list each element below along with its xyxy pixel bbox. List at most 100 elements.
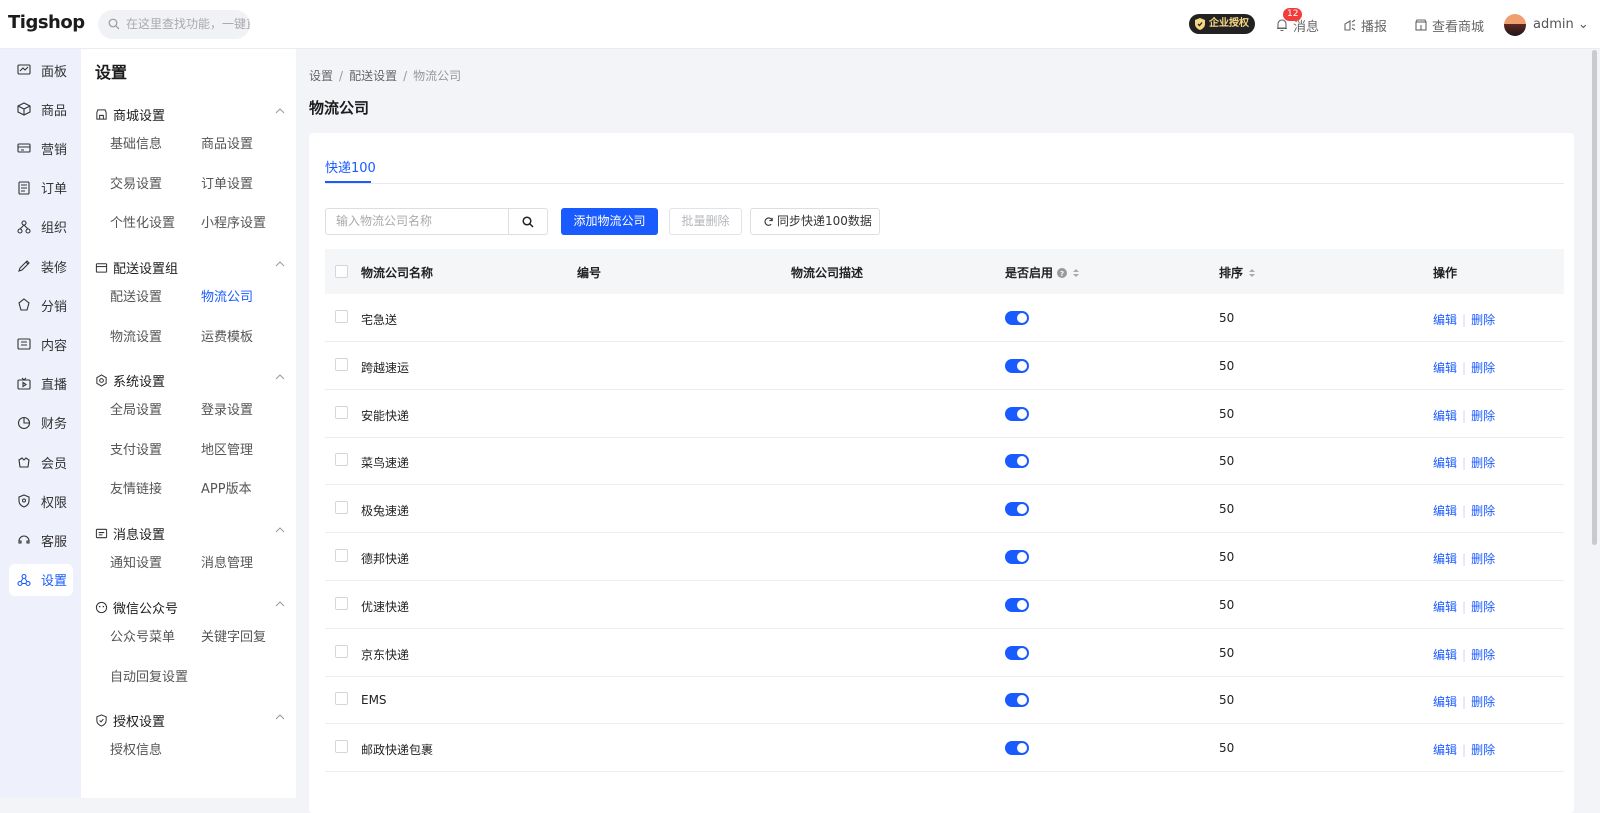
- select-all-checkbox[interactable]: [335, 265, 348, 278]
- delete-link[interactable]: 删除: [1471, 743, 1495, 757]
- row-checkbox[interactable]: [335, 549, 348, 562]
- sidebar-item-shield[interactable]: 权限: [9, 485, 73, 517]
- batch-delete-button[interactable]: 批量删除: [669, 208, 742, 235]
- submenu-link[interactable]: 公众号菜单: [110, 626, 175, 645]
- submenu-group-header[interactable]: 消息设置: [95, 522, 285, 544]
- delete-link[interactable]: 删除: [1471, 504, 1495, 518]
- submenu-link[interactable]: 订单设置: [201, 173, 253, 192]
- submenu-link[interactable]: 商品设置: [201, 133, 253, 152]
- submenu-group-header[interactable]: 商城设置: [95, 103, 285, 125]
- edit-link[interactable]: 编辑: [1433, 361, 1457, 375]
- sidebar-item-live[interactable]: 直播: [9, 368, 73, 400]
- breadcrumb-item[interactable]: 配送设置: [349, 69, 397, 83]
- row-checkbox[interactable]: [335, 501, 348, 515]
- submenu-link[interactable]: APP版本: [201, 478, 252, 497]
- submenu-link[interactable]: 运费模板: [201, 326, 253, 345]
- company-search-button[interactable]: [508, 208, 548, 235]
- submenu-link[interactable]: 基础信息: [110, 133, 162, 152]
- company-search-input[interactable]: 输入物流公司名称: [325, 208, 509, 235]
- row-checkbox[interactable]: [335, 453, 348, 467]
- delete-link[interactable]: 删除: [1471, 600, 1495, 614]
- sidebar-item-box[interactable]: 商品: [9, 93, 73, 125]
- chevron-up-icon[interactable]: [275, 259, 285, 269]
- row-checkbox[interactable]: [335, 357, 348, 371]
- sidebar-item-org[interactable]: 组织: [9, 211, 73, 243]
- edit-link[interactable]: 编辑: [1433, 552, 1457, 566]
- edit-link[interactable]: 编辑: [1433, 409, 1457, 423]
- enabled-toggle[interactable]: [1005, 454, 1029, 469]
- sidebar-item-service[interactable]: 客服: [9, 524, 73, 556]
- enabled-toggle[interactable]: [1005, 311, 1029, 325]
- tab-kuaidi100[interactable]: 快递100: [325, 157, 376, 183]
- submenu-link[interactable]: 地区管理: [201, 439, 253, 458]
- edit-link[interactable]: 编辑: [1433, 504, 1457, 518]
- help-icon[interactable]: ?: [1057, 267, 1068, 278]
- messages-button[interactable]: 12 消息: [1275, 8, 1319, 35]
- chevron-up-icon[interactable]: [275, 106, 285, 116]
- submenu-link[interactable]: 小程序设置: [201, 212, 266, 231]
- delete-link[interactable]: 删除: [1471, 313, 1495, 327]
- submenu-group-header[interactable]: 授权设置: [95, 709, 285, 731]
- submenu-link[interactable]: 物流设置: [110, 326, 162, 345]
- submenu-group-header[interactable]: 系统设置: [95, 369, 285, 391]
- row-checkbox[interactable]: [335, 310, 348, 323]
- enabled-toggle[interactable]: [1005, 406, 1029, 421]
- sort-icon[interactable]: [1071, 267, 1081, 279]
- sidebar-item-settings[interactable]: 设置: [9, 563, 73, 596]
- chevron-up-icon[interactable]: [275, 525, 285, 535]
- submenu-link[interactable]: 支付设置: [110, 439, 162, 458]
- enterprise-auth-badge[interactable]: 企业授权: [1189, 14, 1255, 34]
- sidebar-item-finance[interactable]: 财务: [9, 407, 73, 439]
- submenu-link[interactable]: 配送设置: [110, 286, 162, 305]
- add-company-button[interactable]: 添加物流公司: [561, 208, 658, 235]
- submenu-link[interactable]: 物流公司: [201, 286, 253, 305]
- submenu-link[interactable]: 个性化设置: [110, 212, 175, 231]
- submenu-link[interactable]: 友情链接: [110, 478, 162, 497]
- row-checkbox[interactable]: [335, 692, 348, 706]
- enabled-toggle[interactable]: [1005, 741, 1029, 756]
- enabled-toggle[interactable]: [1005, 358, 1029, 373]
- submenu-link[interactable]: 关键字回复: [201, 626, 266, 645]
- delete-link[interactable]: 删除: [1471, 456, 1495, 470]
- row-checkbox[interactable]: [335, 596, 348, 610]
- user-menu[interactable]: admin ⌄: [1533, 17, 1589, 32]
- enabled-toggle[interactable]: [1005, 645, 1029, 660]
- submenu-group-header[interactable]: 配送设置组: [95, 256, 285, 278]
- enabled-toggle[interactable]: [1005, 502, 1029, 517]
- submenu-link[interactable]: 交易设置: [110, 173, 162, 192]
- sidebar-item-member[interactable]: 会员: [9, 446, 73, 478]
- submenu-link[interactable]: 自动回复设置: [110, 666, 188, 685]
- enabled-toggle[interactable]: [1005, 550, 1029, 564]
- row-checkbox[interactable]: [335, 644, 348, 658]
- row-checkbox[interactable]: [335, 740, 348, 754]
- submenu-link[interactable]: 通知设置: [110, 552, 162, 571]
- chevron-up-icon[interactable]: [275, 372, 285, 382]
- edit-link[interactable]: 编辑: [1433, 600, 1457, 614]
- sort-icon[interactable]: [1247, 267, 1257, 279]
- global-search-input[interactable]: 在这里查找功能，一键直达: [98, 10, 250, 39]
- column-header-sort[interactable]: 排序: [1219, 264, 1257, 281]
- view-shop-button[interactable]: 查看商城: [1414, 15, 1484, 35]
- column-header-enabled[interactable]: 是否启用 ?: [1005, 264, 1081, 281]
- sidebar-item-distribution[interactable]: 分销: [9, 289, 73, 321]
- submenu-link[interactable]: 登录设置: [201, 399, 253, 418]
- edit-link[interactable]: 编辑: [1433, 456, 1457, 470]
- breadcrumb-item[interactable]: 设置: [309, 69, 333, 83]
- sidebar-item-order[interactable]: 订单: [9, 172, 73, 204]
- page-scrollbar[interactable]: [1592, 50, 1597, 545]
- edit-link[interactable]: 编辑: [1433, 743, 1457, 757]
- delete-link[interactable]: 删除: [1471, 409, 1495, 423]
- brand-logo[interactable]: Tigshop: [8, 12, 85, 33]
- sync-kuaidi100-button[interactable]: 同步快递100数据: [750, 208, 880, 235]
- delete-link[interactable]: 删除: [1471, 552, 1495, 566]
- edit-link[interactable]: 编辑: [1433, 695, 1457, 709]
- edit-link[interactable]: 编辑: [1433, 313, 1457, 327]
- sidebar-item-decorate[interactable]: 装修: [9, 250, 73, 282]
- sidebar-item-content[interactable]: 内容: [9, 328, 73, 360]
- edit-link[interactable]: 编辑: [1433, 648, 1457, 662]
- delete-link[interactable]: 删除: [1471, 695, 1495, 709]
- row-checkbox[interactable]: [335, 405, 348, 419]
- chevron-up-icon[interactable]: [275, 712, 285, 722]
- enabled-toggle[interactable]: [1005, 693, 1029, 708]
- delete-link[interactable]: 删除: [1471, 361, 1495, 375]
